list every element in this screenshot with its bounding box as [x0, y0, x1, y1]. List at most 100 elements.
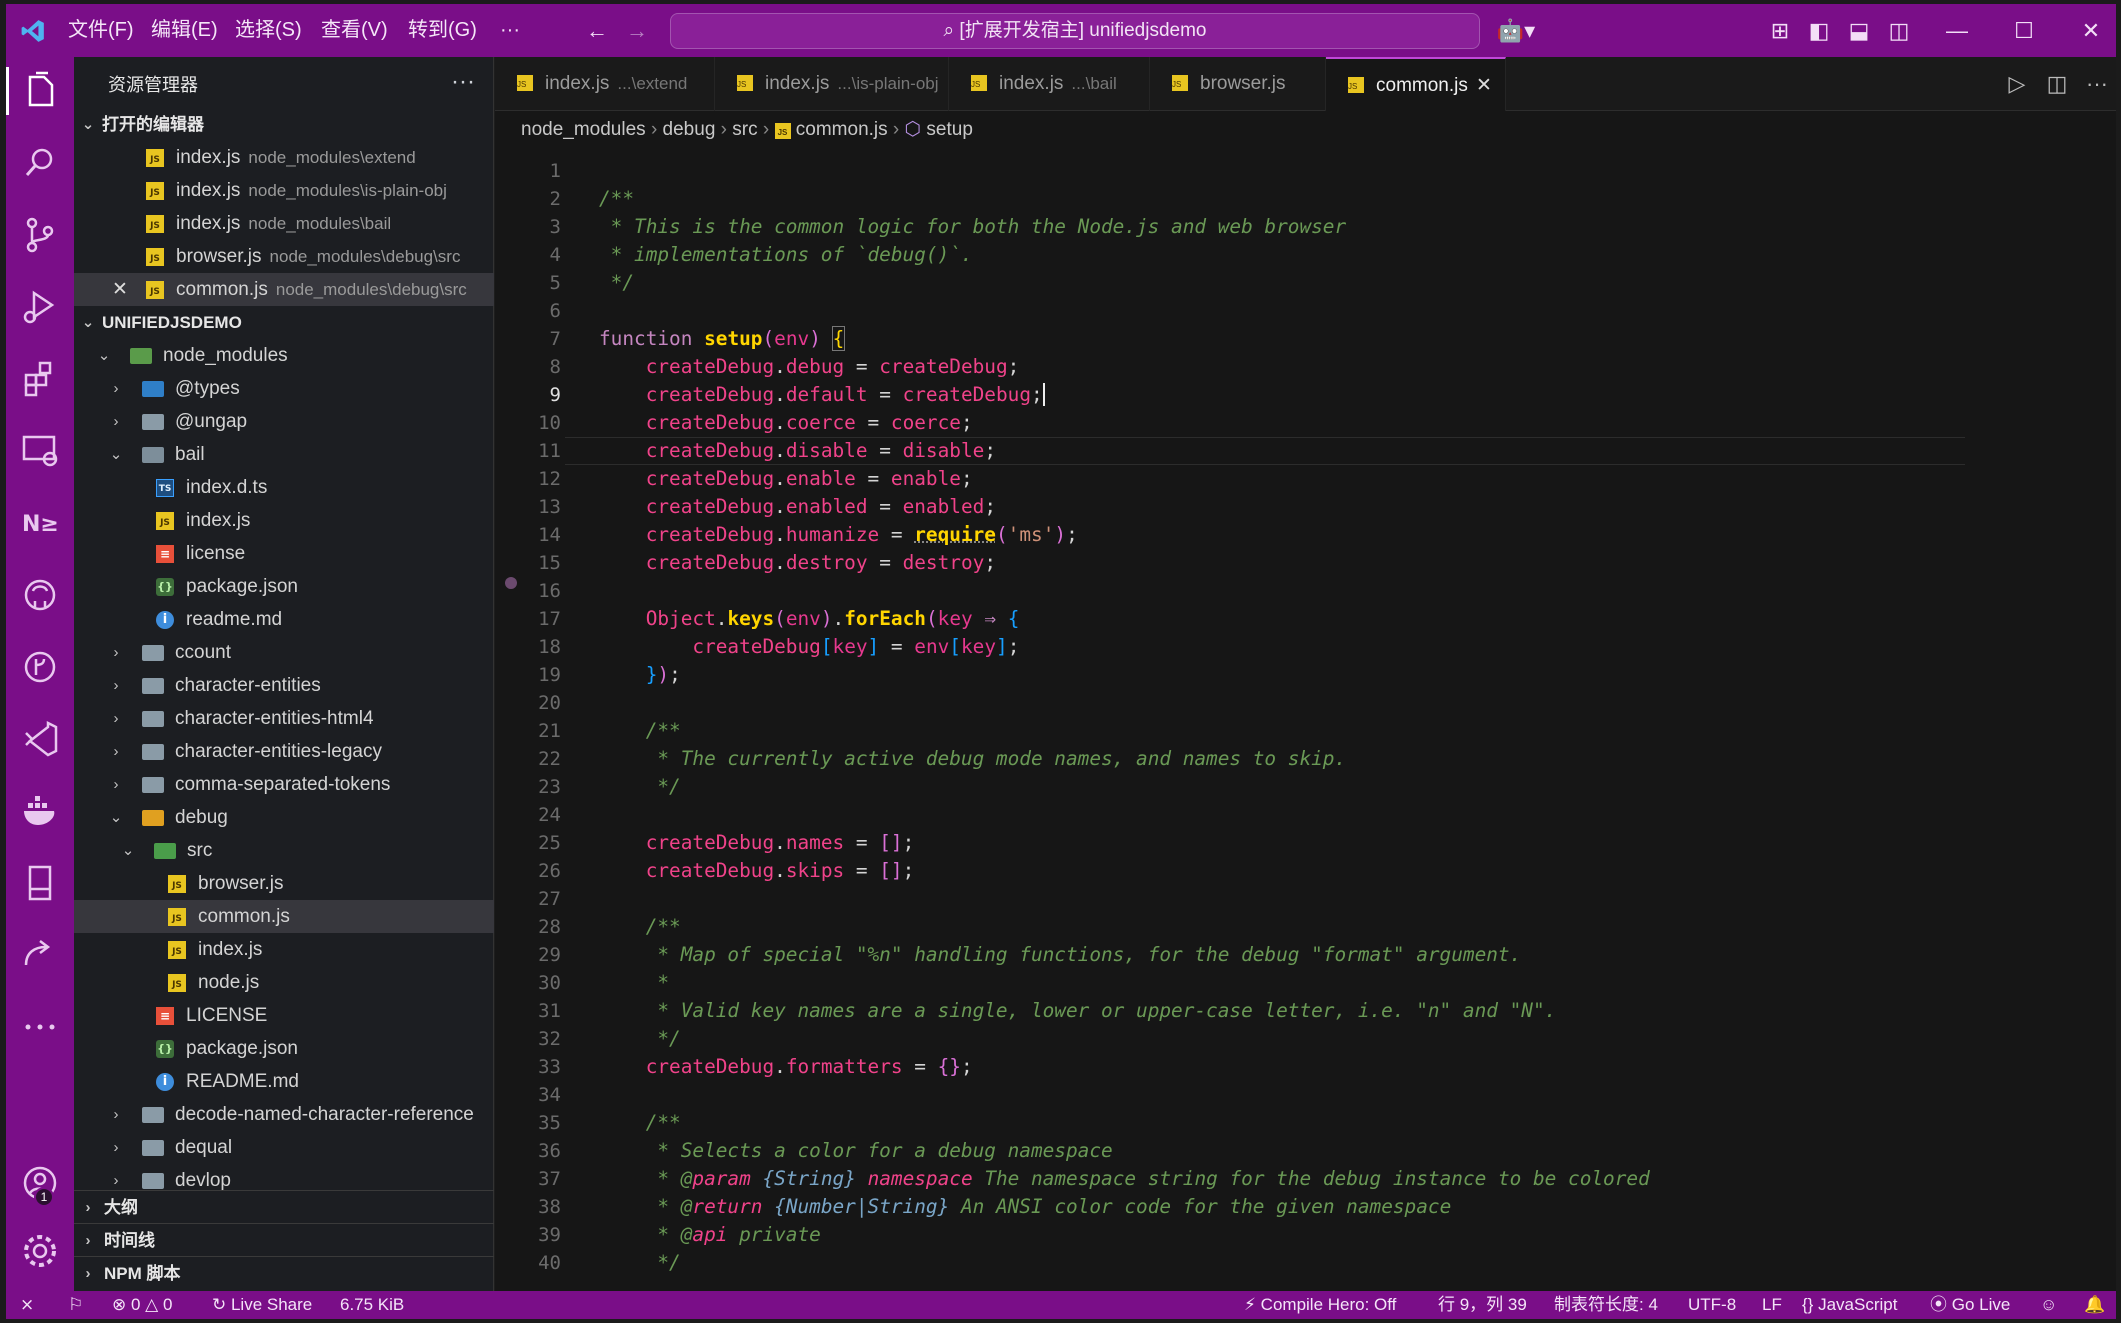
tree-folder[interactable]: ⌄ debug — [74, 801, 494, 834]
language-mode[interactable]: {} JavaScript — [1802, 1291, 1897, 1319]
settings-gear-icon[interactable] — [16, 1227, 64, 1275]
toggle-secondary-sidebar-icon[interactable]: ◫ — [1886, 18, 1912, 44]
tree-folder[interactable]: › character-entities-legacy — [74, 735, 494, 768]
live-share-icon[interactable] — [16, 931, 64, 979]
copilot-icon[interactable]: 🤖▾ — [1496, 18, 1536, 44]
visual-studio-icon[interactable] — [16, 715, 64, 763]
end-of-line[interactable]: LF — [1762, 1291, 1782, 1319]
menu-edit[interactable]: 编辑(E) — [151, 4, 218, 57]
tree-file[interactable]: ≡ license — [74, 537, 494, 570]
open-editor-item[interactable]: JS browser.js node_modules\debug\src — [74, 240, 494, 273]
editor-tab[interactable]: JS index.js ...\extend — [495, 57, 715, 111]
cursor-position[interactable]: 行 9，列 39 — [1438, 1291, 1527, 1319]
editor-tab[interactable]: JS index.js ...\bail — [949, 57, 1150, 111]
tree-file[interactable]: {} package.json — [74, 570, 494, 603]
live-share-status[interactable]: ↻ Live Share — [212, 1291, 312, 1319]
menu-selection[interactable]: 选择(S) — [235, 4, 302, 57]
remote-indicator-icon[interactable]: ⨯ — [20, 1291, 34, 1319]
tree-file[interactable]: i readme.md — [74, 603, 494, 636]
explorer-icon[interactable] — [6, 67, 64, 115]
tab-size[interactable]: 制表符长度: 4 — [1554, 1291, 1658, 1319]
open-editor-item[interactable]: JS index.js node_modules\is-plain-obj — [74, 174, 494, 207]
tree-folder[interactable]: › decode-named-character-reference — [74, 1098, 494, 1131]
bookmarks-icon[interactable] — [16, 859, 64, 907]
problems-indicator[interactable]: ⊗ 0 △ 0 — [112, 1291, 172, 1319]
symbol-method-icon: ⬡ — [904, 119, 922, 140]
notifications-bell-icon[interactable]: 🔔 — [2084, 1291, 2105, 1319]
breadcrumb-item[interactable]: common.js — [796, 119, 888, 140]
run-code-icon[interactable]: ▷ — [2004, 71, 2030, 97]
explorer-sidebar: 资源管理器 ··· ⌄ 打开的编辑器 JS index.js node_modules… — [74, 57, 494, 1291]
close-tab-icon[interactable]: ✕ — [1476, 59, 1492, 113]
workspace-section[interactable]: ⌄ UNIFIEDJSDEMO — [74, 306, 494, 339]
encoding[interactable]: UTF-8 — [1688, 1291, 1736, 1319]
tree-file[interactable]: {} package.json — [74, 1032, 494, 1065]
back-arrow-icon[interactable]: ← — [584, 18, 610, 44]
tree-folder[interactable]: › dequal — [74, 1131, 494, 1164]
tree-folder[interactable]: › devlop — [74, 1164, 494, 1190]
compile-hero-status[interactable]: ⚡ Compile Hero: Off — [1244, 1291, 1396, 1319]
nx-console-icon[interactable]: N≥ — [16, 499, 64, 547]
tree-folder[interactable]: ⌄ node_modules — [74, 339, 494, 372]
editor-tab-active[interactable]: JS common.js ✕ — [1326, 57, 1506, 111]
menu-file[interactable]: 文件(F) — [68, 4, 134, 57]
more-actions-icon[interactable]: ··· — [451, 57, 475, 107]
tree-file[interactable]: JS index.js — [74, 504, 494, 537]
menu-more[interactable]: ··· — [500, 4, 520, 57]
tree-file[interactable]: ≡ LICENSE — [74, 999, 494, 1032]
sync-icon[interactable]: ⚐ — [68, 1291, 83, 1319]
menu-view[interactable]: 查看(V) — [321, 4, 388, 57]
breadcrumb-item[interactable]: debug — [663, 119, 716, 140]
close-editor-icon[interactable]: ✕ — [112, 273, 128, 306]
copilot-status-icon[interactable]: ☺ — [2040, 1291, 2057, 1319]
open-editors-section[interactable]: ⌄ 打开的编辑器 — [74, 108, 494, 141]
tree-folder[interactable]: › character-entities-html4 — [74, 702, 494, 735]
tree-file[interactable]: i README.md — [74, 1065, 494, 1098]
tree-folder[interactable]: › comma-separated-tokens — [74, 768, 494, 801]
tree-file-selected[interactable]: JS common.js — [74, 900, 494, 933]
tree-file[interactable]: JS index.js — [74, 933, 494, 966]
maximize-icon[interactable]: ☐ — [2011, 18, 2037, 44]
split-editor-icon[interactable]: ◫ — [2044, 71, 2070, 97]
open-editor-item[interactable]: JS index.js node_modules\extend — [74, 141, 494, 174]
tree-file[interactable]: JS browser.js — [74, 867, 494, 900]
source-control-icon[interactable] — [16, 211, 64, 259]
tree-file[interactable]: TS index.d.ts — [74, 471, 494, 504]
tree-folder[interactable]: › @ungap — [74, 405, 494, 438]
editor-more-icon[interactable]: ··· — [2084, 71, 2110, 97]
outline-section[interactable]: › 大纲 — [74, 1190, 494, 1223]
minimize-icon[interactable]: — — [1944, 18, 1970, 44]
tree-folder[interactable]: › character-entities — [74, 669, 494, 702]
command-center[interactable]: ⌕ [扩展开发宿主] unifiedjsdemo — [670, 13, 1480, 49]
breadcrumb-item[interactable]: setup — [926, 119, 972, 140]
customize-layout-icon[interactable]: ⊞ — [1767, 18, 1793, 44]
docker-icon[interactable] — [16, 787, 64, 835]
menu-go[interactable]: 转到(G) — [408, 4, 477, 57]
run-debug-icon[interactable] — [16, 283, 64, 331]
tree-folder[interactable]: › @types — [74, 372, 494, 405]
more-views-icon[interactable] — [16, 1003, 64, 1051]
timeline-section[interactable]: › 时间线 — [74, 1223, 494, 1256]
go-live-status[interactable]: ⦿ Go Live — [1930, 1291, 2010, 1319]
forward-arrow-icon[interactable]: → — [624, 18, 650, 44]
toggle-primary-sidebar-icon[interactable]: ◧ — [1806, 18, 1832, 44]
open-editor-item-active[interactable]: ✕ JS common.js node_modules\debug\src — [74, 273, 494, 306]
tree-file[interactable]: JS node.js — [74, 966, 494, 999]
search-icon[interactable] — [16, 139, 64, 187]
tree-folder[interactable]: › ccount — [74, 636, 494, 669]
breadcrumb-item[interactable]: node_modules — [521, 119, 646, 140]
close-window-icon[interactable]: ✕ — [2078, 18, 2104, 44]
tree-folder[interactable]: ⌄ src — [74, 834, 494, 867]
npm-scripts-section[interactable]: › NPM 脚本 — [74, 1256, 494, 1289]
git-graph-icon[interactable] — [16, 643, 64, 691]
tree-folder[interactable]: ⌄ bail — [74, 438, 494, 471]
github-icon[interactable] — [16, 571, 64, 619]
breadcrumb-item[interactable]: src — [732, 119, 757, 140]
editor-tab[interactable]: JS browser.js — [1150, 57, 1326, 111]
open-editor-item[interactable]: JS index.js node_modules\bail — [74, 207, 494, 240]
extensions-icon[interactable] — [16, 355, 64, 403]
code-editor[interactable]: 1 2 3 4 5 6 7 8 9 10 11 12 13 14 15 16 17 18 19 20 21 22 23 24 2… — [495, 149, 2116, 1291]
editor-tab[interactable]: JS index.js ...\is-plain-obj — [715, 57, 949, 111]
toggle-panel-icon[interactable]: ⬓ — [1846, 18, 1872, 44]
remote-explorer-icon[interactable] — [16, 427, 64, 475]
